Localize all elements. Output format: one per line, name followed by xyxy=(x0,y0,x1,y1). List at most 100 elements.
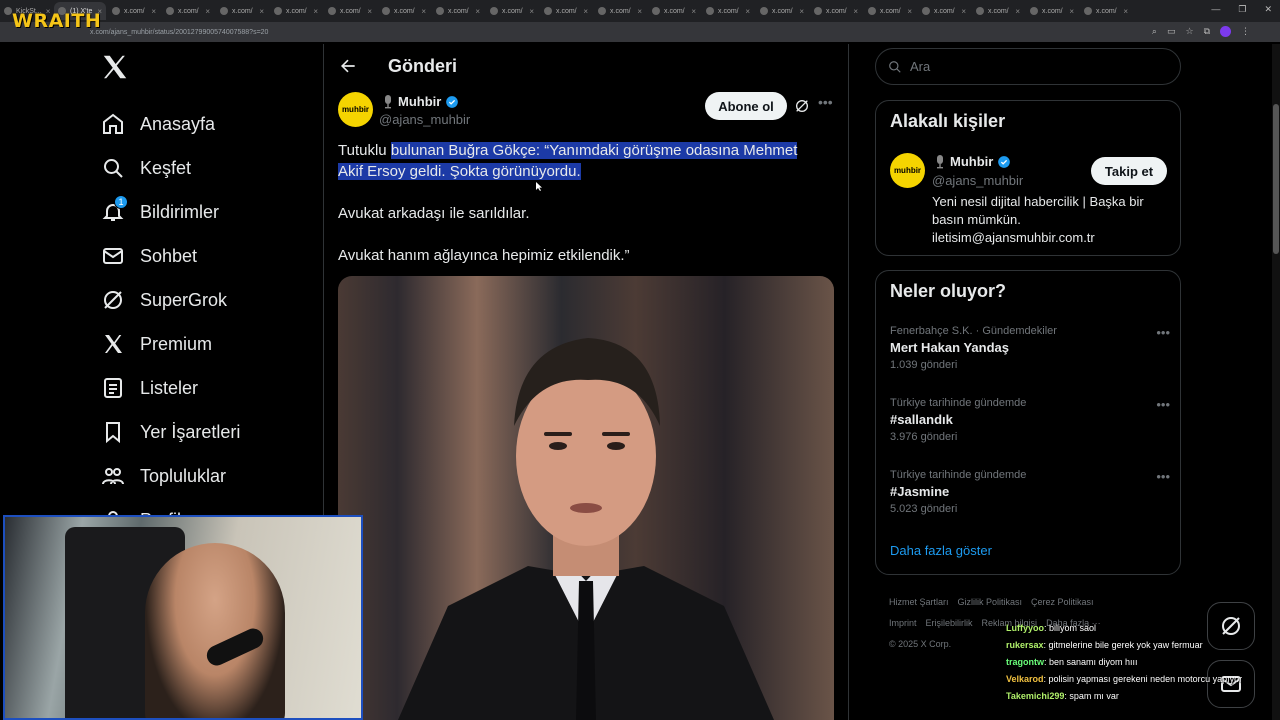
browser-tab[interactable]: x.com/ × xyxy=(648,2,700,20)
related-bio: Yeni nesil dijital habercilik | Başka bi… xyxy=(932,194,1144,245)
browser-tab[interactable]: x.com/ × xyxy=(972,2,1024,20)
trend-item[interactable]: Türkiye tarihinde gündemde #sallandık 3.97… xyxy=(890,397,1170,443)
nav-item-anasayfa[interactable]: Anasayfa xyxy=(96,102,316,146)
footer-link[interactable]: Gizlilik Politikası xyxy=(958,597,1023,607)
author-avatar[interactable]: muhbir xyxy=(338,92,373,127)
follow-button[interactable]: Takip et xyxy=(1091,157,1167,185)
browser-tab[interactable]: x.com/ × xyxy=(1026,2,1078,20)
tab-close-icon[interactable]: × xyxy=(313,7,318,16)
tab-close-icon[interactable]: × xyxy=(691,7,696,16)
nav-item-topluluklar[interactable]: Topluluklar xyxy=(96,454,316,498)
trend-item[interactable]: Türkiye tarihinde gündemde #Jasmine 5.023 … xyxy=(890,469,1170,515)
extensions-icon[interactable]: ⧉ xyxy=(1204,26,1210,37)
tab-close-icon[interactable]: × xyxy=(205,7,210,16)
nav-item-premium[interactable]: Premium xyxy=(96,322,316,366)
close-window-icon[interactable]: ✕ xyxy=(1264,4,1272,15)
address-bar[interactable]: x.com/ajans_muhbir/status/20012799005740… xyxy=(0,22,1280,42)
browser-tab[interactable]: x.com/ × xyxy=(702,2,754,20)
browser-tab[interactable]: x.com/ × xyxy=(270,2,322,20)
footer-link[interactable]: Hizmet Şartları xyxy=(889,597,949,607)
nav-item-sohbet[interactable]: Sohbet xyxy=(96,234,316,278)
browser-tab[interactable]: x.com/ × xyxy=(810,2,862,20)
browser-tab[interactable]: x.com/ × xyxy=(540,2,592,20)
menu-icon[interactable]: ⋮ xyxy=(1241,26,1250,37)
stream-chat: Luffyyoo: biliyom saol rukersax: gitmeler… xyxy=(1006,620,1278,705)
tab-label: x.com/ xyxy=(340,7,361,15)
tab-close-icon[interactable]: × xyxy=(745,7,750,16)
nav-item-label: SuperGrok xyxy=(140,289,228,310)
tab-close-icon[interactable]: × xyxy=(1015,7,1020,16)
search-box[interactable] xyxy=(875,48,1181,85)
tab-favicon-icon xyxy=(814,7,822,15)
more-options-icon[interactable]: ••• xyxy=(1156,469,1170,484)
grok-icon[interactable] xyxy=(794,98,810,114)
tab-close-icon[interactable]: × xyxy=(1123,7,1128,16)
tab-close-icon[interactable]: × xyxy=(853,7,858,16)
nav-item-supergrok[interactable]: SuperGrok xyxy=(96,278,316,322)
more-options-icon[interactable]: ••• xyxy=(1156,397,1170,412)
footer-link[interactable]: © 2025 X Corp. xyxy=(889,639,951,649)
browser-tab[interactable]: x.com/ × xyxy=(1080,2,1132,20)
footer-link[interactable]: Imprint xyxy=(889,618,917,628)
nav-item-bildirimler[interactable]: 1 Bildirimler xyxy=(96,190,316,234)
tab-label: x.com/ xyxy=(394,7,415,15)
nav-item-listeler[interactable]: Listeler xyxy=(96,366,316,410)
subscribe-button[interactable]: Abone ol xyxy=(705,92,787,120)
related-handle[interactable]: @ajans_muhbir xyxy=(932,173,1023,188)
post-image[interactable] xyxy=(338,276,834,720)
tab-close-icon[interactable]: × xyxy=(907,7,912,16)
nav-item-keşfet[interactable]: Keşfet xyxy=(96,146,316,190)
browser-tab[interactable]: x.com/ × xyxy=(864,2,916,20)
x-logo-icon[interactable] xyxy=(100,52,130,82)
scrollbar-thumb[interactable] xyxy=(1273,104,1279,254)
author-name[interactable]: Muhbir xyxy=(382,94,459,109)
browser-tab[interactable]: x.com/ × xyxy=(486,2,538,20)
browser-tab[interactable]: x.com/ × xyxy=(918,2,970,20)
tab-close-icon[interactable]: × xyxy=(529,7,534,16)
browser-tab[interactable]: x.com/ × xyxy=(756,2,808,20)
footer-link[interactable]: Çerez Politikası xyxy=(1031,597,1094,607)
restore-icon[interactable]: ❐ xyxy=(1238,4,1246,15)
tab-close-icon[interactable]: × xyxy=(799,7,804,16)
tab-favicon-icon xyxy=(544,7,552,15)
tab-favicon-icon xyxy=(976,7,984,15)
tab-close-icon[interactable]: × xyxy=(961,7,966,16)
more-options-icon[interactable]: ••• xyxy=(1156,325,1170,340)
back-arrow-icon[interactable] xyxy=(338,56,358,76)
url-text[interactable]: x.com/ajans_muhbir/status/20012799005740… xyxy=(90,29,268,36)
page-scrollbar[interactable] xyxy=(1272,44,1280,720)
tab-close-icon[interactable]: × xyxy=(421,7,426,16)
browser-tab[interactable]: x.com/ × xyxy=(432,2,484,20)
zoom-icon[interactable]: ⌕ xyxy=(1152,26,1157,37)
post-column: Gönderi muhbir Muhbir @ajans_muhbir Abon… xyxy=(324,44,848,720)
author-handle[interactable]: @ajans_muhbir xyxy=(379,112,470,127)
nav-item-yer-i-şaretleri[interactable]: Yer İşaretleri xyxy=(96,410,316,454)
browser-tab[interactable]: x.com/ × xyxy=(324,2,376,20)
tab-close-icon[interactable]: × xyxy=(475,7,480,16)
tab-close-icon[interactable]: × xyxy=(151,7,156,16)
browser-tab[interactable]: x.com/ × xyxy=(108,2,160,20)
browser-tab[interactable]: x.com/ × xyxy=(162,2,214,20)
search-input[interactable] xyxy=(910,59,1150,74)
related-avatar[interactable]: muhbir xyxy=(890,153,925,188)
browser-tab[interactable]: x.com/ × xyxy=(378,2,430,20)
tab-close-icon[interactable]: × xyxy=(367,7,372,16)
browser-tab[interactable]: x.com/ × xyxy=(594,2,646,20)
tab-close-icon[interactable]: × xyxy=(583,7,588,16)
profile-avatar[interactable] xyxy=(1220,26,1231,37)
footer-link[interactable]: Erişilebilirlik xyxy=(926,618,973,628)
list-icon xyxy=(98,373,128,403)
more-options-icon[interactable]: ••• xyxy=(818,94,833,110)
tab-close-icon[interactable]: × xyxy=(637,7,642,16)
star-icon[interactable]: ☆ xyxy=(1185,26,1193,37)
post-text: Tutuklu bulunan Buğra Gökçe: “Yanımdaki … xyxy=(338,140,818,287)
minimize-icon[interactable]: — xyxy=(1211,4,1220,15)
show-more-link[interactable]: Daha fazla göster xyxy=(890,543,992,558)
tab-close-icon[interactable]: × xyxy=(259,7,264,16)
trend-count: 1.039 gönderi xyxy=(890,359,958,371)
related-name[interactable]: Muhbir xyxy=(934,154,1011,169)
browser-tab[interactable]: x.com/ × xyxy=(216,2,268,20)
cast-icon[interactable]: ▭ xyxy=(1167,26,1176,37)
tab-close-icon[interactable]: × xyxy=(1069,7,1074,16)
trend-item[interactable]: Fenerbahçe S.K. · Gündemdekiler Mert Haka… xyxy=(890,325,1170,371)
